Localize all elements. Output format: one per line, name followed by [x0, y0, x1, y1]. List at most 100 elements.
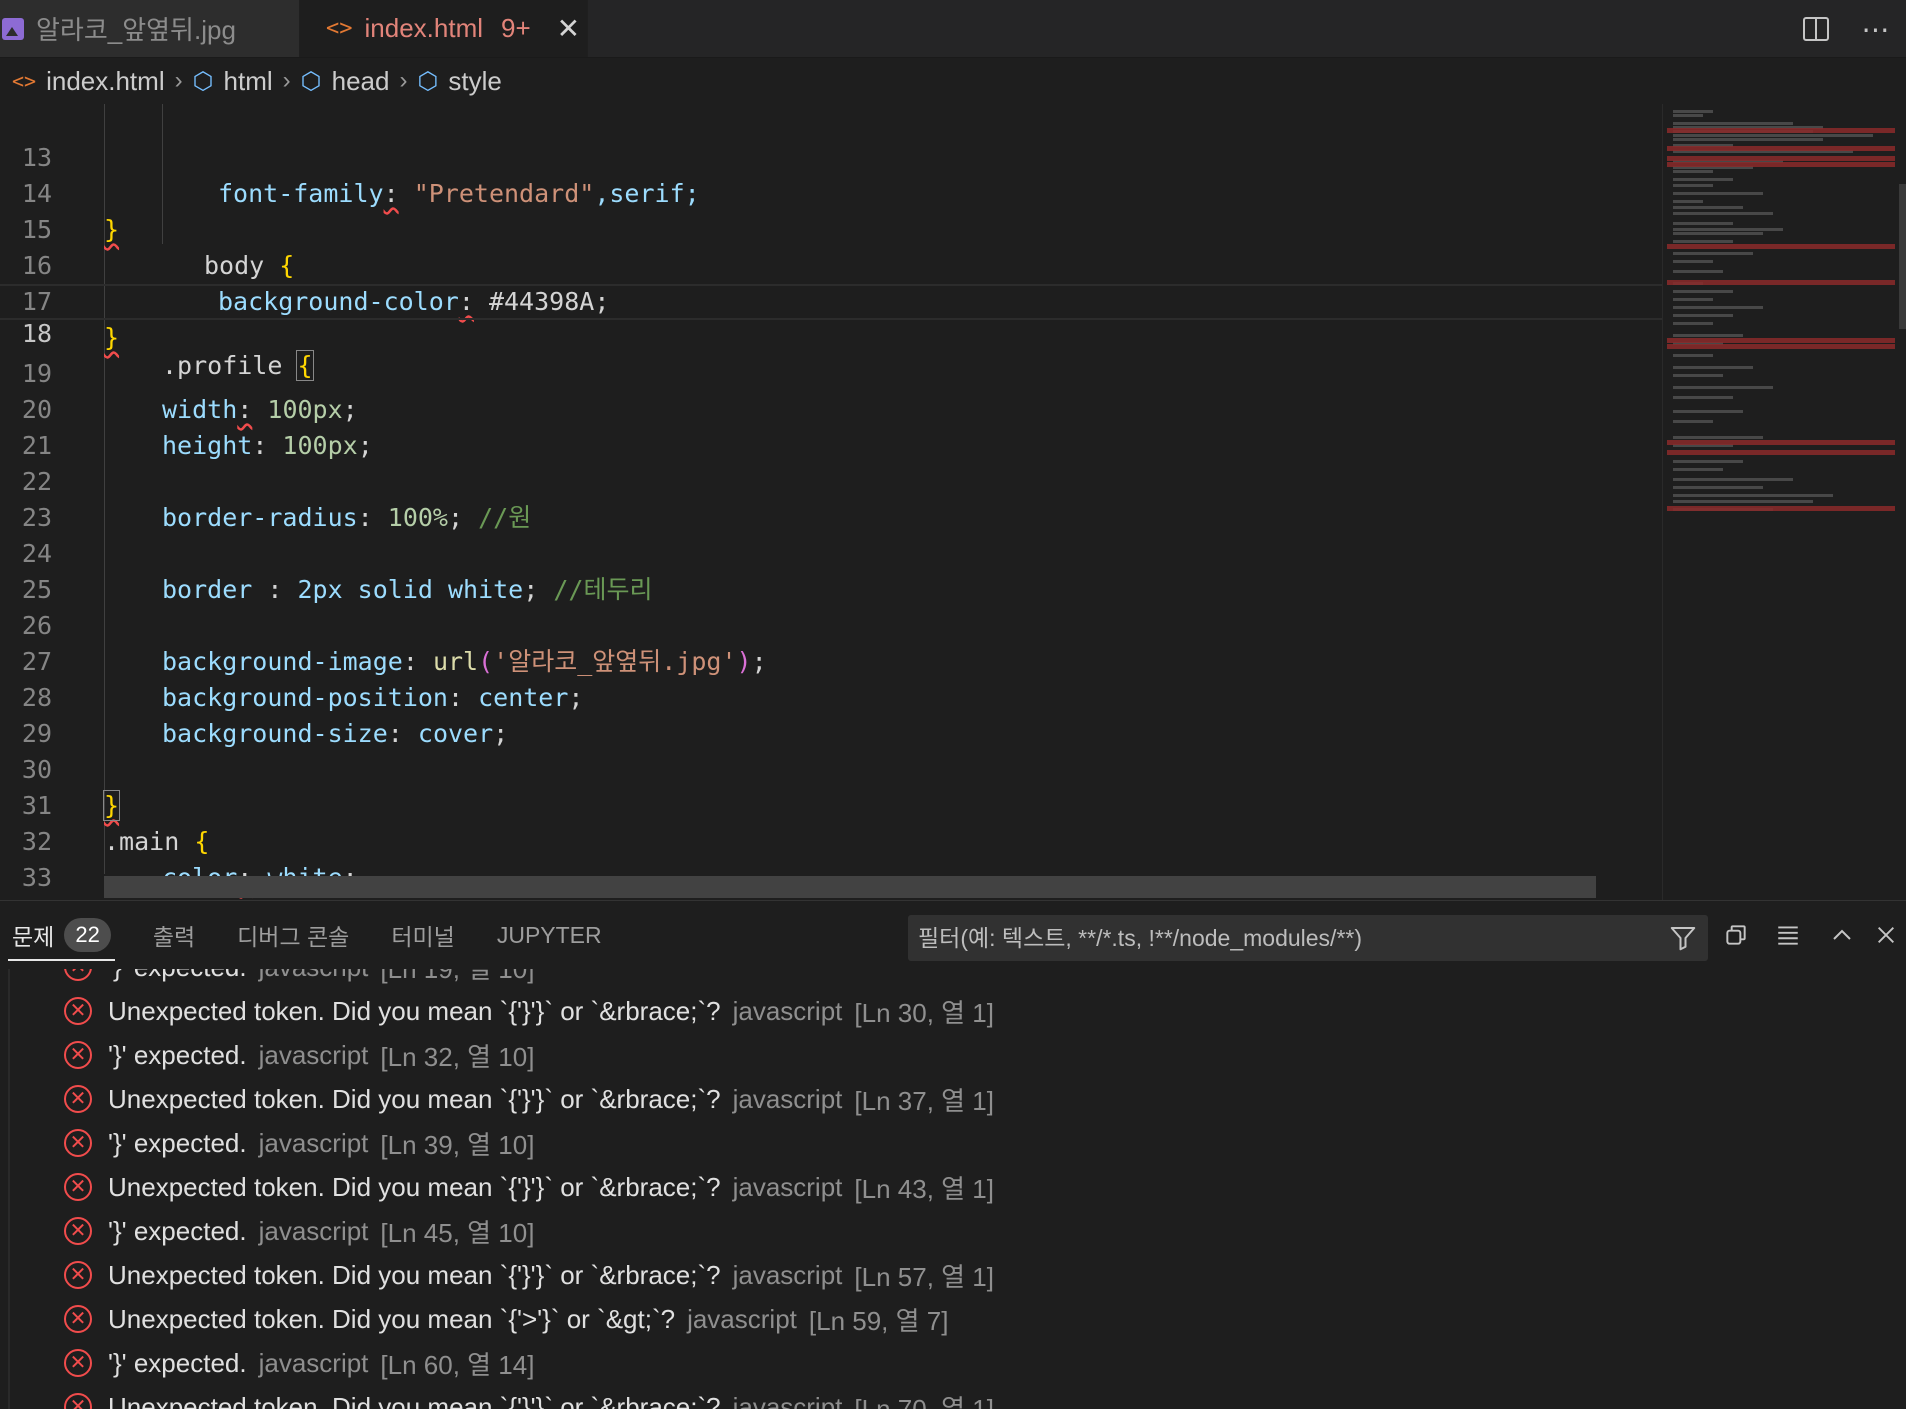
code-line[interactable]: 13 font-family: "Pretendard",serif;	[0, 104, 1662, 140]
minimap-line	[1673, 486, 1763, 489]
breadcrumb-head[interactable]: ⬡ head	[301, 66, 390, 97]
problem-item[interactable]: ✕'}' expected.javascript[Ln 32, 열 10]	[10, 1033, 534, 1077]
tab-jupyter[interactable]: JUPYTER	[497, 901, 602, 969]
minimap-line	[1673, 334, 1743, 337]
minimap-line	[1673, 192, 1763, 195]
view-as-list-icon[interactable]	[1768, 915, 1808, 955]
problem-message: '}' expected.	[108, 1128, 247, 1159]
minimap-line	[1673, 178, 1733, 181]
tab-index-html[interactable]: <> index.html 9+ ✕	[300, 0, 588, 57]
close-panel-icon[interactable]	[1866, 915, 1906, 955]
minimap-line	[1673, 170, 1713, 173]
more-actions-icon[interactable]: ⋯	[1862, 13, 1890, 46]
chevron-right-icon: ›	[175, 67, 183, 95]
minimap-error-marker	[1667, 440, 1895, 445]
problem-item[interactable]: ✕Unexpected token. Did you mean `{'}'}` …	[10, 1253, 994, 1297]
error-icon: ✕	[64, 1217, 92, 1245]
code-line[interactable]: 23	[0, 464, 1662, 500]
problem-message: Unexpected token. Did you mean `{'}'}` o…	[108, 1260, 721, 1291]
code-line[interactable]: 21	[0, 392, 1662, 428]
filter-icon[interactable]	[1668, 923, 1698, 953]
close-icon[interactable]: ✕	[557, 12, 580, 45]
code-line[interactable]: 17 }	[0, 248, 1662, 284]
breadcrumb-style[interactable]: ⬡ style	[417, 66, 501, 97]
tab-output[interactable]: 출력	[153, 901, 195, 969]
problem-item[interactable]: ✕Unexpected token. Did you mean `{'}'}` …	[10, 1077, 994, 1121]
code-line-current[interactable]: 18 .profile {	[0, 284, 1662, 320]
problem-message: '}' expected.	[108, 969, 247, 983]
code-line[interactable]: 29	[0, 680, 1662, 716]
code-line[interactable]: 27 background-position: center;	[0, 608, 1662, 644]
code-editor[interactable]: 13 font-family: "Pretendard",serif; 14 }…	[0, 104, 1662, 900]
problem-location: [Ln 39, 열 10]	[380, 1125, 534, 1162]
minimap-line	[1673, 228, 1783, 231]
code-line[interactable]: 16 background-color: #44398A;	[0, 212, 1662, 248]
minimap-error-marker	[1667, 162, 1895, 167]
breadcrumb-label: html	[224, 66, 273, 97]
error-icon: ✕	[64, 969, 92, 981]
code-line[interactable]: 25	[0, 536, 1662, 572]
problem-item[interactable]: ✕'}' expected.javascript[Ln 60, 열 14]	[10, 1341, 534, 1385]
minimap-error-marker	[1667, 506, 1895, 511]
problem-source: javascript	[259, 1216, 369, 1247]
problem-source: javascript	[259, 1128, 369, 1159]
code-line[interactable]: 24 border : 2px solid white; //테두리	[0, 500, 1662, 536]
breadcrumb-file[interactable]: <> index.html	[12, 66, 165, 97]
problem-count-badge: 22	[64, 918, 110, 952]
tab-terminal[interactable]: 터미널	[391, 901, 454, 969]
tab-debug-console[interactable]: 디버그 콘솔	[237, 901, 349, 969]
minimap-line	[1673, 270, 1723, 273]
code-line[interactable]: 20 height: 100px;	[0, 356, 1662, 392]
tab-label: JUPYTER	[497, 922, 602, 949]
minimap-line	[1673, 420, 1713, 423]
problem-item[interactable]: ✕'}' expected.javascript[Ln 19, 열 10]	[10, 969, 534, 989]
code-line[interactable]: 30 }	[0, 716, 1662, 752]
code-line[interactable]: 31 .main {	[0, 752, 1662, 788]
problem-location: [Ln 32, 열 10]	[380, 1037, 534, 1074]
problem-count-badge: 9+	[501, 13, 531, 44]
code-line[interactable]: 19 width: 100px;	[0, 320, 1662, 356]
vertical-scrollbar[interactable]	[1899, 184, 1906, 329]
minimap-line	[1673, 134, 1873, 137]
minimap[interactable]	[1662, 104, 1906, 900]
error-icon: ✕	[64, 997, 92, 1025]
problem-source: javascript	[733, 1172, 843, 1203]
problem-item[interactable]: ✕Unexpected token. Did you mean `{'}'}` …	[10, 1385, 994, 1409]
split-editor-icon[interactable]	[1803, 17, 1829, 41]
problem-item[interactable]: ✕Unexpected token. Did you mean `{'}'}` …	[10, 1165, 994, 1209]
code-line[interactable]: 15 body {	[0, 176, 1662, 212]
problem-source: javascript	[733, 996, 843, 1027]
minimap-error-marker	[1667, 156, 1895, 161]
minimap-line	[1673, 290, 1733, 293]
breadcrumb-html[interactable]: ⬡ html	[193, 66, 273, 97]
problem-item[interactable]: ✕Unexpected token. Did you mean `{'>'}` …	[10, 1297, 948, 1341]
copy-icon[interactable]	[1716, 915, 1756, 955]
code-line[interactable]: 28 background-size: cover;	[0, 644, 1662, 680]
filter-input[interactable]	[918, 925, 1638, 952]
error-icon: ✕	[64, 1173, 92, 1201]
error-icon: ✕	[64, 1349, 92, 1377]
code-line[interactable]: 32 color: white;	[0, 788, 1662, 824]
problem-source: javascript	[733, 1392, 843, 1409]
problem-item[interactable]: ✕'}' expected.javascript[Ln 45, 열 10]	[10, 1209, 534, 1253]
code-line[interactable]: 14 }	[0, 140, 1662, 176]
problem-item[interactable]: ✕Unexpected token. Did you mean `{'}'}` …	[10, 989, 994, 1033]
bottom-panel: 문제 22 출력 디버그 콘솔 터미널 JUPYTER ✕'}' expecte…	[0, 900, 1906, 1408]
problem-location: [Ln 59, 열 7]	[809, 1301, 949, 1338]
maximize-panel-icon[interactable]	[1822, 915, 1862, 955]
horizontal-scrollbar[interactable]	[104, 876, 1596, 898]
tab-image-file[interactable]: 알라코_앞옆뒤.jpg	[0, 0, 300, 57]
breadcrumb-label: style	[448, 66, 501, 97]
problem-location: [Ln 19, 열 10]	[380, 969, 534, 986]
symbol-element-icon: ⬡	[193, 67, 214, 96]
problem-location: [Ln 60, 열 14]	[380, 1345, 534, 1382]
problem-source: javascript	[259, 1040, 369, 1071]
minimap-line	[1673, 184, 1713, 187]
problem-source: javascript	[259, 1348, 369, 1379]
tab-problems[interactable]: 문제 22	[12, 901, 111, 969]
symbol-element-icon: ⬡	[417, 67, 438, 96]
problem-item[interactable]: ✕'}' expected.javascript[Ln 39, 열 10]	[10, 1121, 534, 1165]
code-line[interactable]: 33 font-size: 20px;	[0, 824, 1662, 860]
code-line[interactable]: 26 background-image: url('알라코_앞옆뒤.jpg');	[0, 572, 1662, 608]
code-line[interactable]: 22 border-radius: 100%; //원	[0, 428, 1662, 464]
